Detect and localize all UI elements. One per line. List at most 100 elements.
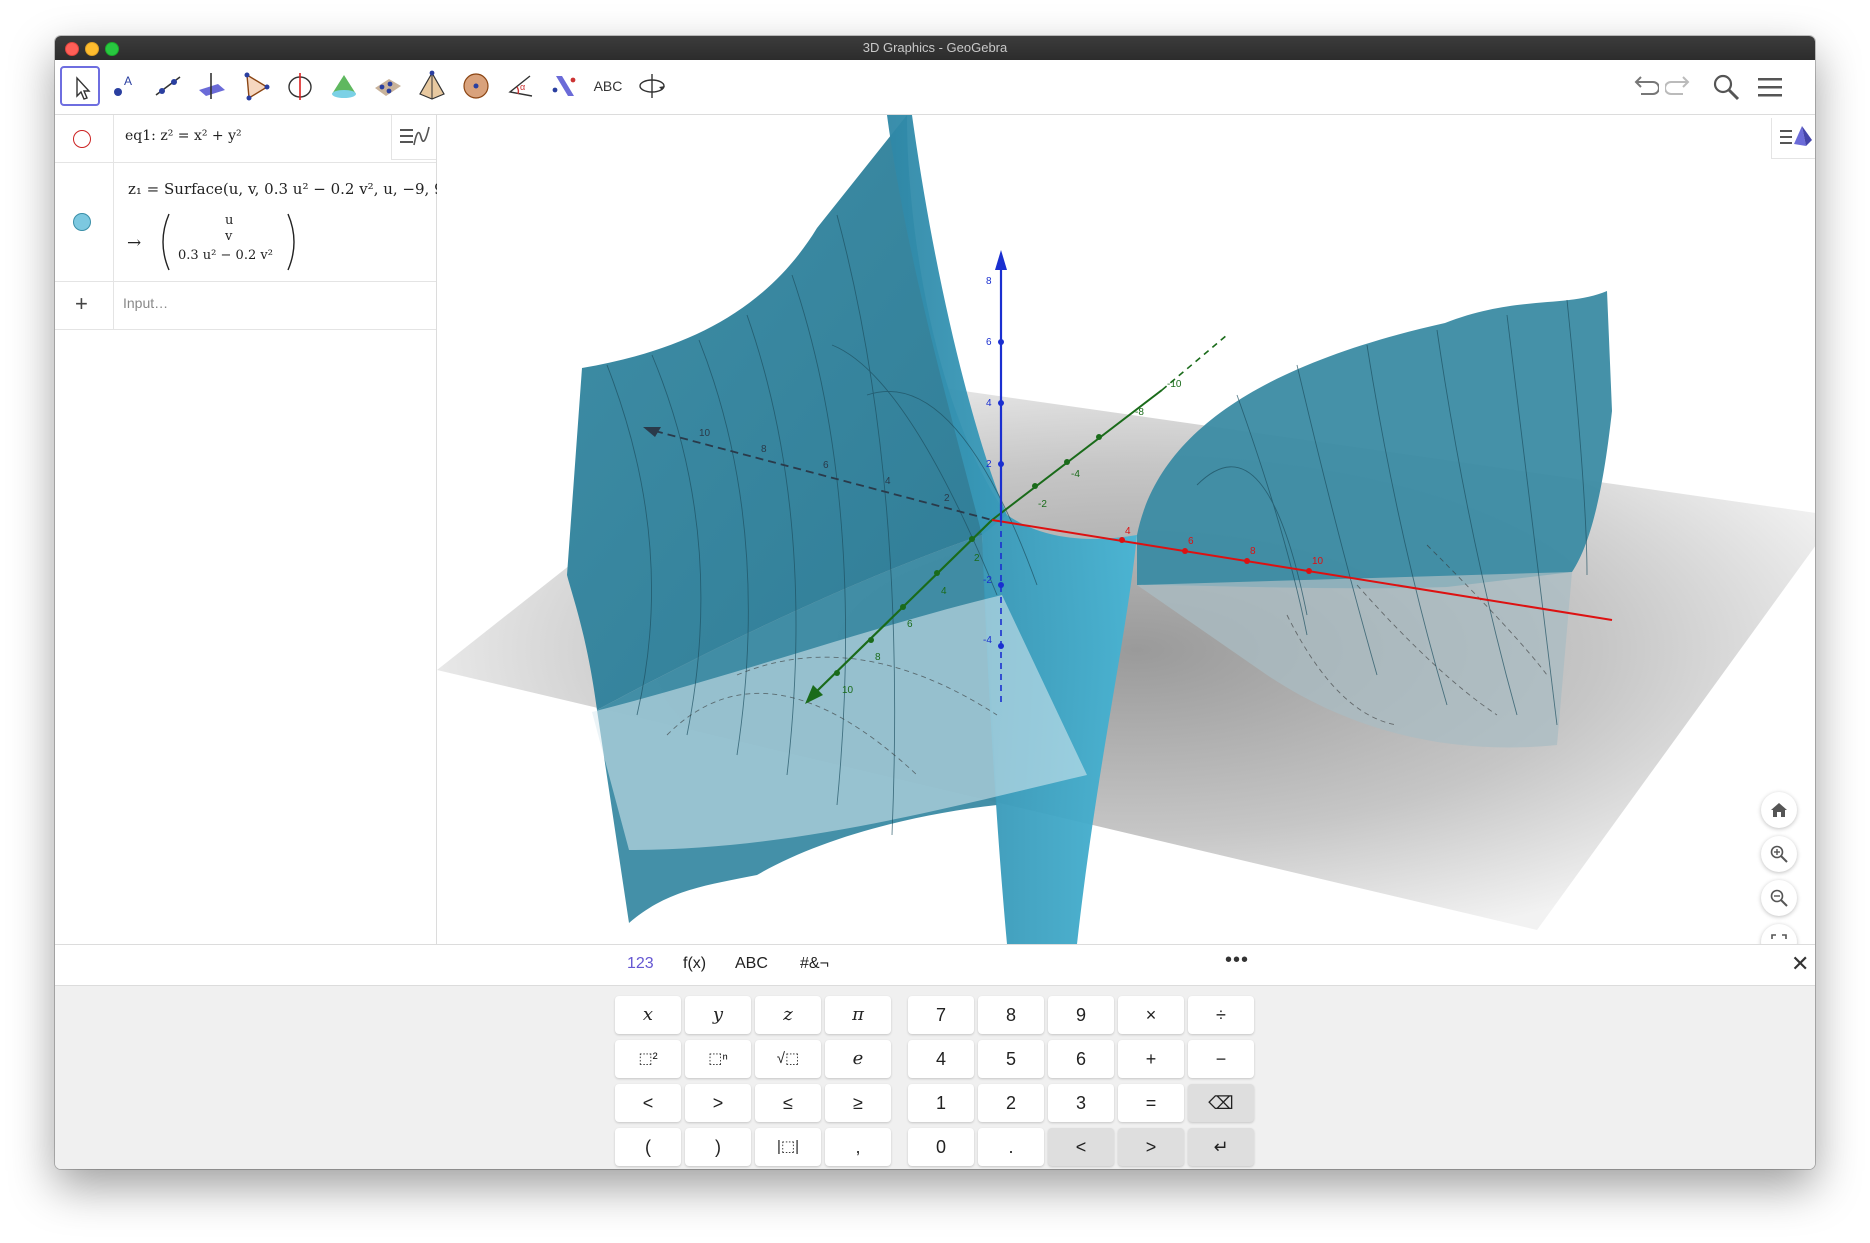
key-x[interactable]: x bbox=[615, 996, 681, 1034]
key-comma[interactable]: , bbox=[825, 1128, 891, 1166]
key-enter[interactable]: ↵ bbox=[1188, 1128, 1254, 1166]
polygon-tool-button[interactable] bbox=[236, 66, 276, 106]
undo-icon bbox=[1634, 76, 1659, 95]
input-bar[interactable]: Input… bbox=[123, 295, 168, 311]
z1-definition[interactable]: z₁ = Surface(u, v, 0.3 u² − 0.2 v², u, −… bbox=[128, 180, 448, 198]
zoom-in-icon bbox=[1770, 845, 1788, 863]
algebra-input-row[interactable]: + Input… bbox=[55, 281, 436, 330]
3d-scene[interactable]: 8 6 4 2 -2 -4 10 8 6 4 2 -2 -4 -8 -10 4 … bbox=[437, 115, 1815, 944]
key-2[interactable]: 2 bbox=[978, 1084, 1044, 1122]
key-open-paren[interactable]: ( bbox=[615, 1128, 681, 1166]
algebra-style-button[interactable] bbox=[391, 115, 436, 160]
key-plus[interactable]: + bbox=[1118, 1040, 1184, 1078]
key-greater-than[interactable]: > bbox=[685, 1084, 751, 1122]
key-cursor-right[interactable]: > bbox=[1118, 1128, 1184, 1166]
key-divide[interactable]: ÷ bbox=[1188, 996, 1254, 1034]
key-4[interactable]: 4 bbox=[908, 1040, 974, 1078]
key-9[interactable]: 9 bbox=[1048, 996, 1114, 1034]
keyboard-close-button[interactable]: ✕ bbox=[1791, 951, 1809, 977]
undo-button[interactable] bbox=[1625, 68, 1663, 106]
key-square[interactable]: ⬚² bbox=[615, 1040, 681, 1078]
main-menu-button[interactable] bbox=[1751, 68, 1789, 106]
point-tool-button[interactable]: A bbox=[104, 66, 144, 106]
visibility-toggle-shown[interactable] bbox=[73, 213, 91, 231]
zoom-out-button[interactable] bbox=[1761, 880, 1797, 916]
toolbar: A α ABC bbox=[55, 60, 1815, 115]
key-less-than[interactable]: < bbox=[615, 1084, 681, 1122]
key-y[interactable]: y bbox=[685, 996, 751, 1034]
key-1[interactable]: 1 bbox=[908, 1084, 974, 1122]
add-icon[interactable]: + bbox=[75, 291, 88, 317]
key-multiply[interactable]: × bbox=[1118, 996, 1184, 1034]
key-close-paren[interactable]: ) bbox=[685, 1128, 751, 1166]
tab-symbols[interactable]: #&¬ bbox=[800, 955, 829, 973]
key-3[interactable]: 3 bbox=[1048, 1084, 1114, 1122]
key-greater-equal[interactable]: ≥ bbox=[825, 1084, 891, 1122]
keyboard-tabs: 123 f(x) ABC #&¬ ••• ✕ bbox=[55, 945, 1815, 986]
key-5[interactable]: 5 bbox=[978, 1040, 1044, 1078]
key-e[interactable]: e bbox=[825, 1040, 891, 1078]
key-8[interactable]: 8 bbox=[978, 996, 1044, 1034]
text-tool-button[interactable]: ABC bbox=[588, 66, 628, 106]
move-tool-button[interactable] bbox=[60, 66, 100, 106]
z1-vector-u: u bbox=[225, 213, 234, 228]
key-cursor-left[interactable]: < bbox=[1048, 1128, 1114, 1166]
graphics-style-button[interactable] bbox=[1771, 118, 1815, 159]
angle-tool-button[interactable]: α bbox=[500, 66, 540, 106]
pyramid-icon bbox=[419, 70, 445, 100]
left-paren-icon bbox=[162, 213, 170, 271]
perpendicular-tool-button[interactable] bbox=[192, 66, 232, 106]
graphics-3d-view[interactable]: 8 6 4 2 -2 -4 10 8 6 4 2 -2 -4 -8 -10 4 … bbox=[437, 115, 1815, 944]
x-tick-4: 4 bbox=[1125, 526, 1131, 537]
z-tick-2: 2 bbox=[986, 459, 992, 470]
z-tick-minus-4: -4 bbox=[983, 635, 992, 646]
search-button[interactable] bbox=[1707, 68, 1745, 106]
cursor-arrow-icon bbox=[76, 76, 91, 100]
circle-axis-tool-button[interactable] bbox=[280, 66, 320, 106]
key-power[interactable]: ⬚ⁿ bbox=[685, 1040, 751, 1078]
key-sqrt[interactable]: √⬚ bbox=[755, 1040, 821, 1078]
window-title: 3D Graphics - GeoGebra bbox=[862, 40, 1008, 55]
key-minus[interactable]: − bbox=[1188, 1040, 1254, 1078]
keyboard-more-button[interactable]: ••• bbox=[1225, 949, 1249, 972]
y-tick-2: 2 bbox=[974, 553, 980, 564]
x-tick-6: 6 bbox=[1188, 536, 1194, 547]
zoom-in-button[interactable] bbox=[1761, 836, 1797, 872]
eq1-definition[interactable]: eq1: z² = x² + y² bbox=[125, 128, 242, 144]
x-tick-10: 10 bbox=[1312, 556, 1324, 567]
algebra-row-eq1[interactable]: eq1: z² = x² + y² bbox=[55, 115, 436, 163]
key-7[interactable]: 7 bbox=[908, 996, 974, 1034]
z1-vector-z: 0.3 u² − 0.2 v² bbox=[178, 248, 273, 263]
sphere-tool-button[interactable] bbox=[456, 66, 496, 106]
pyramid-tool-button[interactable] bbox=[412, 66, 452, 106]
key-decimal[interactable]: . bbox=[978, 1128, 1044, 1166]
key-abs[interactable]: |⬚| bbox=[755, 1128, 821, 1166]
rotate-view-tool-button[interactable] bbox=[632, 66, 672, 106]
key-6[interactable]: 6 bbox=[1048, 1040, 1114, 1078]
home-view-button[interactable] bbox=[1761, 792, 1797, 828]
key-equals[interactable]: = bbox=[1118, 1084, 1184, 1122]
tab-functions[interactable]: f(x) bbox=[683, 955, 706, 973]
svg-text:A: A bbox=[124, 74, 132, 88]
visibility-toggle-hidden[interactable] bbox=[73, 130, 91, 148]
zoom-out-icon bbox=[1770, 889, 1788, 907]
redo-button[interactable] bbox=[1661, 68, 1699, 106]
plane-tool-button[interactable] bbox=[368, 66, 408, 106]
triangle-icon bbox=[244, 72, 270, 101]
key-z[interactable]: z bbox=[755, 996, 821, 1034]
tab-abc[interactable]: ABC bbox=[735, 955, 768, 973]
back-tick-2: 2 bbox=[944, 493, 950, 504]
key-backspace[interactable]: ⌫ bbox=[1188, 1084, 1254, 1122]
key-pi[interactable]: π bbox=[825, 996, 891, 1034]
algebra-row-marker: + bbox=[55, 281, 114, 329]
algebra-row-z1[interactable]: z₁ = Surface(u, v, 0.3 u² − 0.2 v², u, −… bbox=[55, 163, 448, 282]
back-tick-8: 8 bbox=[761, 444, 767, 455]
cone-tool-button[interactable] bbox=[324, 66, 364, 106]
z-tick-4: 4 bbox=[986, 398, 992, 409]
line-tool-button[interactable] bbox=[148, 66, 188, 106]
algebra-description-icon bbox=[400, 126, 430, 146]
key-0[interactable]: 0 bbox=[908, 1128, 974, 1166]
key-less-equal[interactable]: ≤ bbox=[755, 1084, 821, 1122]
tab-123[interactable]: 123 bbox=[627, 955, 654, 973]
reflect-tool-button[interactable] bbox=[544, 66, 584, 106]
